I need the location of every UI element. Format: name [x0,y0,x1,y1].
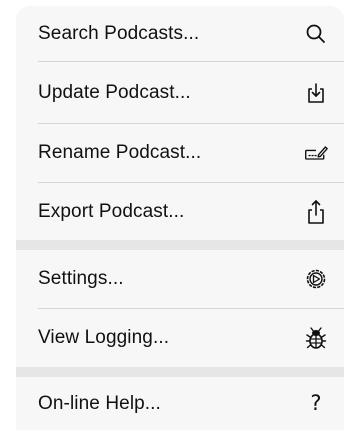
menu-item-label: On-line Help... [38,392,161,414]
download-tray-icon [304,81,328,105]
menu-item-rename-podcast[interactable]: Rename Podcast... [16,124,344,182]
menu-item-view-logging[interactable]: View Logging... [16,309,344,367]
help-icon: ? [304,392,328,416]
menu-group-divider [16,240,344,250]
menu-item-online-help[interactable]: On-line Help... ? [16,377,344,430]
context-menu: Search Podcasts... Update Podcast... Ren… [16,6,344,430]
menu-item-label: Search Podcasts... [38,22,200,44]
menu-item-label: Settings... [38,268,124,289]
menu-item-search-podcasts[interactable]: Search Podcasts... [16,6,344,61]
menu-item-label: Export Podcast... [38,200,185,222]
bug-icon [304,326,328,350]
menu-item-update-podcast[interactable]: Update Podcast... [16,62,344,123]
settings-gear-icon [304,267,328,291]
menu-item-label: View Logging... [38,327,170,348]
menu-group-divider [16,367,344,377]
help-glyph: ? [310,391,322,415]
menu-item-export-podcast[interactable]: Export Podcast... [16,183,344,240]
menu-item-settings[interactable]: Settings... [16,250,344,308]
rename-pencil-icon [304,141,328,165]
search-icon [304,22,328,46]
menu-item-label: Update Podcast... [38,81,191,103]
menu-item-label: Rename Podcast... [38,142,202,163]
share-icon [304,199,328,224]
